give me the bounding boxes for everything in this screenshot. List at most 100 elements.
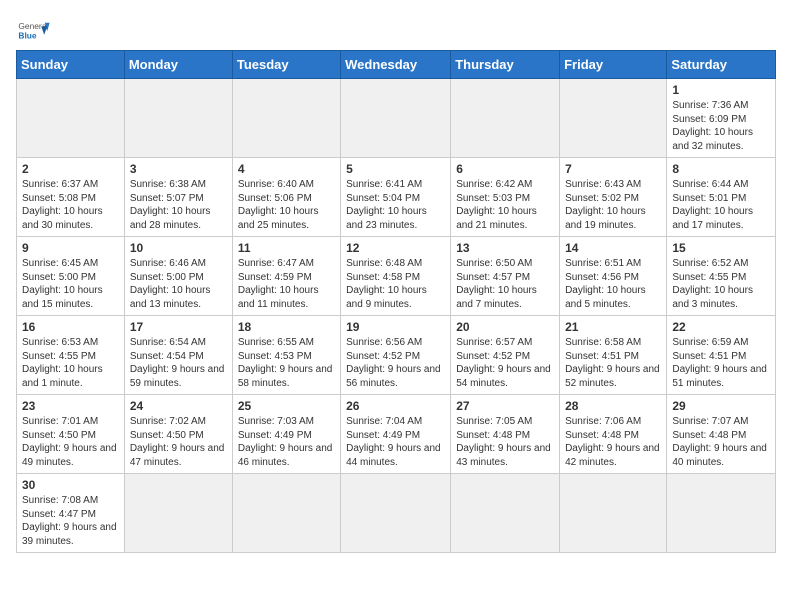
calendar-cell: 26 Sunrise: 7:04 AM Sunset: 4:49 PM Dayli… (341, 395, 451, 474)
day-number: 7 (565, 162, 661, 176)
calendar-week-row: 9 Sunrise: 6:45 AM Sunset: 5:00 PM Daylig… (17, 237, 776, 316)
calendar-cell: 13 Sunrise: 6:50 AM Sunset: 4:57 PM Dayli… (451, 237, 560, 316)
calendar-cell: 22Sunrise: 6:59 AM Sunset: 4:51 PM Dayli… (667, 316, 776, 395)
day-number: 21 (565, 320, 661, 334)
calendar-cell: 4Sunrise: 6:40 AM Sunset: 5:06 PM Daylig… (232, 158, 340, 237)
weekday-header-tuesday: Tuesday (232, 51, 340, 79)
day-sun-info: Sunrise: 6:44 AM Sunset: 5:01 PM Dayligh… (672, 178, 770, 232)
calendar-cell: 6 Sunrise: 6:42 AM Sunset: 5:03 PM Daylig… (451, 158, 560, 237)
calendar-week-row: 2Sunrise: 6:37 AM Sunset: 5:08 PM Daylig… (17, 158, 776, 237)
calendar-week-row: 30Sunrise: 7:08 AM Sunset: 4:47 PM Dayli… (17, 474, 776, 553)
day-number: 25 (238, 399, 335, 413)
day-number: 30 (22, 478, 119, 492)
day-sun-info: Sunrise: 7:02 AM Sunset: 4:50 PM Dayligh… (130, 415, 227, 469)
day-sun-info: Sunrise: 6:50 AM Sunset: 4:57 PM Dayligh… (456, 257, 554, 311)
calendar-cell (560, 474, 667, 553)
day-number: 29 (672, 399, 770, 413)
calendar-cell: 9 Sunrise: 6:45 AM Sunset: 5:00 PM Daylig… (17, 237, 125, 316)
calendar-cell: 11 Sunrise: 6:47 AM Sunset: 4:59 PM Dayli… (232, 237, 340, 316)
weekday-header-thursday: Thursday (451, 51, 560, 79)
day-sun-info: Sunrise: 7:36 AM Sunset: 6:09 PM Dayligh… (672, 99, 770, 153)
day-number: 11 (238, 241, 335, 255)
day-number: 17 (130, 320, 227, 334)
calendar-cell: 5Sunrise: 6:41 AM Sunset: 5:04 PM Daylig… (341, 158, 451, 237)
calendar-week-row: 23 Sunrise: 7:01 AM Sunset: 4:50 PM Dayli… (17, 395, 776, 474)
day-sun-info: Sunrise: 6:54 AM Sunset: 4:54 PM Dayligh… (130, 336, 227, 390)
calendar-cell: 20Sunrise: 6:57 AM Sunset: 4:52 PM Dayli… (451, 316, 560, 395)
day-number: 15 (672, 241, 770, 255)
day-sun-info: Sunrise: 6:46 AM Sunset: 5:00 PM Dayligh… (130, 257, 227, 311)
page: General Blue SundayMondayTuesdayWednesda… (0, 0, 792, 569)
day-number: 10 (130, 241, 227, 255)
day-sun-info: Sunrise: 7:05 AM Sunset: 4:48 PM Dayligh… (456, 415, 554, 469)
calendar-cell (451, 79, 560, 158)
calendar-cell: 23 Sunrise: 7:01 AM Sunset: 4:50 PM Dayli… (17, 395, 125, 474)
calendar-cell: 17 Sunrise: 6:54 AM Sunset: 4:54 PM Dayli… (124, 316, 232, 395)
calendar-cell: 3 Sunrise: 6:38 AM Sunset: 5:07 PM Daylig… (124, 158, 232, 237)
day-sun-info: Sunrise: 7:07 AM Sunset: 4:48 PM Dayligh… (672, 415, 770, 469)
day-number: 20 (456, 320, 554, 334)
day-sun-info: Sunrise: 6:55 AM Sunset: 4:53 PM Dayligh… (238, 336, 335, 390)
calendar-cell: 10 Sunrise: 6:46 AM Sunset: 5:00 PM Dayli… (124, 237, 232, 316)
calendar-cell (232, 79, 340, 158)
day-sun-info: Sunrise: 6:48 AM Sunset: 4:58 PM Dayligh… (346, 257, 445, 311)
calendar-cell: 12Sunrise: 6:48 AM Sunset: 4:58 PM Dayli… (341, 237, 451, 316)
calendar-cell (232, 474, 340, 553)
day-number: 19 (346, 320, 445, 334)
day-sun-info: Sunrise: 6:42 AM Sunset: 5:03 PM Dayligh… (456, 178, 554, 232)
day-sun-info: Sunrise: 6:43 AM Sunset: 5:02 PM Dayligh… (565, 178, 661, 232)
day-number: 6 (456, 162, 554, 176)
calendar-cell: 16Sunrise: 6:53 AM Sunset: 4:55 PM Dayli… (17, 316, 125, 395)
day-number: 9 (22, 241, 119, 255)
day-sun-info: Sunrise: 6:38 AM Sunset: 5:07 PM Dayligh… (130, 178, 227, 232)
day-number: 28 (565, 399, 661, 413)
day-number: 3 (130, 162, 227, 176)
weekday-header-row: SundayMondayTuesdayWednesdayThursdayFrid… (17, 51, 776, 79)
day-sun-info: Sunrise: 6:56 AM Sunset: 4:52 PM Dayligh… (346, 336, 445, 390)
day-number: 14 (565, 241, 661, 255)
day-number: 26 (346, 399, 445, 413)
day-number: 13 (456, 241, 554, 255)
calendar-cell (560, 79, 667, 158)
day-number: 4 (238, 162, 335, 176)
weekday-header-sunday: Sunday (17, 51, 125, 79)
calendar-cell (667, 474, 776, 553)
calendar-cell: 2Sunrise: 6:37 AM Sunset: 5:08 PM Daylig… (17, 158, 125, 237)
calendar-cell (17, 79, 125, 158)
weekday-header-monday: Monday (124, 51, 232, 79)
calendar-cell: 19 Sunrise: 6:56 AM Sunset: 4:52 PM Dayli… (341, 316, 451, 395)
day-sun-info: Sunrise: 7:01 AM Sunset: 4:50 PM Dayligh… (22, 415, 119, 469)
calendar-cell: 24Sunrise: 7:02 AM Sunset: 4:50 PM Dayli… (124, 395, 232, 474)
calendar-cell: 15Sunrise: 6:52 AM Sunset: 4:55 PM Dayli… (667, 237, 776, 316)
day-number: 2 (22, 162, 119, 176)
calendar-cell: 1 Sunrise: 7:36 AM Sunset: 6:09 PM Daylig… (667, 79, 776, 158)
day-sun-info: Sunrise: 7:04 AM Sunset: 4:49 PM Dayligh… (346, 415, 445, 469)
calendar-week-row: 1 Sunrise: 7:36 AM Sunset: 6:09 PM Daylig… (17, 79, 776, 158)
weekday-header-wednesday: Wednesday (341, 51, 451, 79)
day-sun-info: Sunrise: 6:53 AM Sunset: 4:55 PM Dayligh… (22, 336, 119, 390)
svg-text:Blue: Blue (18, 30, 37, 40)
day-number: 27 (456, 399, 554, 413)
day-sun-info: Sunrise: 6:58 AM Sunset: 4:51 PM Dayligh… (565, 336, 661, 390)
calendar-cell: 21 Sunrise: 6:58 AM Sunset: 4:51 PM Dayli… (560, 316, 667, 395)
logo: General Blue (16, 16, 52, 42)
generalblue-logo-icon: General Blue (16, 18, 52, 42)
calendar-week-row: 16Sunrise: 6:53 AM Sunset: 4:55 PM Dayli… (17, 316, 776, 395)
calendar-cell: 28Sunrise: 7:06 AM Sunset: 4:48 PM Dayli… (560, 395, 667, 474)
day-number: 18 (238, 320, 335, 334)
calendar-cell (341, 474, 451, 553)
calendar-cell: 30Sunrise: 7:08 AM Sunset: 4:47 PM Dayli… (17, 474, 125, 553)
calendar-cell: 14Sunrise: 6:51 AM Sunset: 4:56 PM Dayli… (560, 237, 667, 316)
day-sun-info: Sunrise: 6:47 AM Sunset: 4:59 PM Dayligh… (238, 257, 335, 311)
calendar-cell: 25Sunrise: 7:03 AM Sunset: 4:49 PM Dayli… (232, 395, 340, 474)
day-number: 1 (672, 83, 770, 97)
weekday-header-saturday: Saturday (667, 51, 776, 79)
calendar-cell (451, 474, 560, 553)
day-number: 8 (672, 162, 770, 176)
day-sun-info: Sunrise: 6:45 AM Sunset: 5:00 PM Dayligh… (22, 257, 119, 311)
day-number: 23 (22, 399, 119, 413)
calendar-cell (124, 79, 232, 158)
calendar-cell: 7 Sunrise: 6:43 AM Sunset: 5:02 PM Daylig… (560, 158, 667, 237)
calendar-cell: 8 Sunrise: 6:44 AM Sunset: 5:01 PM Daylig… (667, 158, 776, 237)
calendar-cell: 27 Sunrise: 7:05 AM Sunset: 4:48 PM Dayli… (451, 395, 560, 474)
